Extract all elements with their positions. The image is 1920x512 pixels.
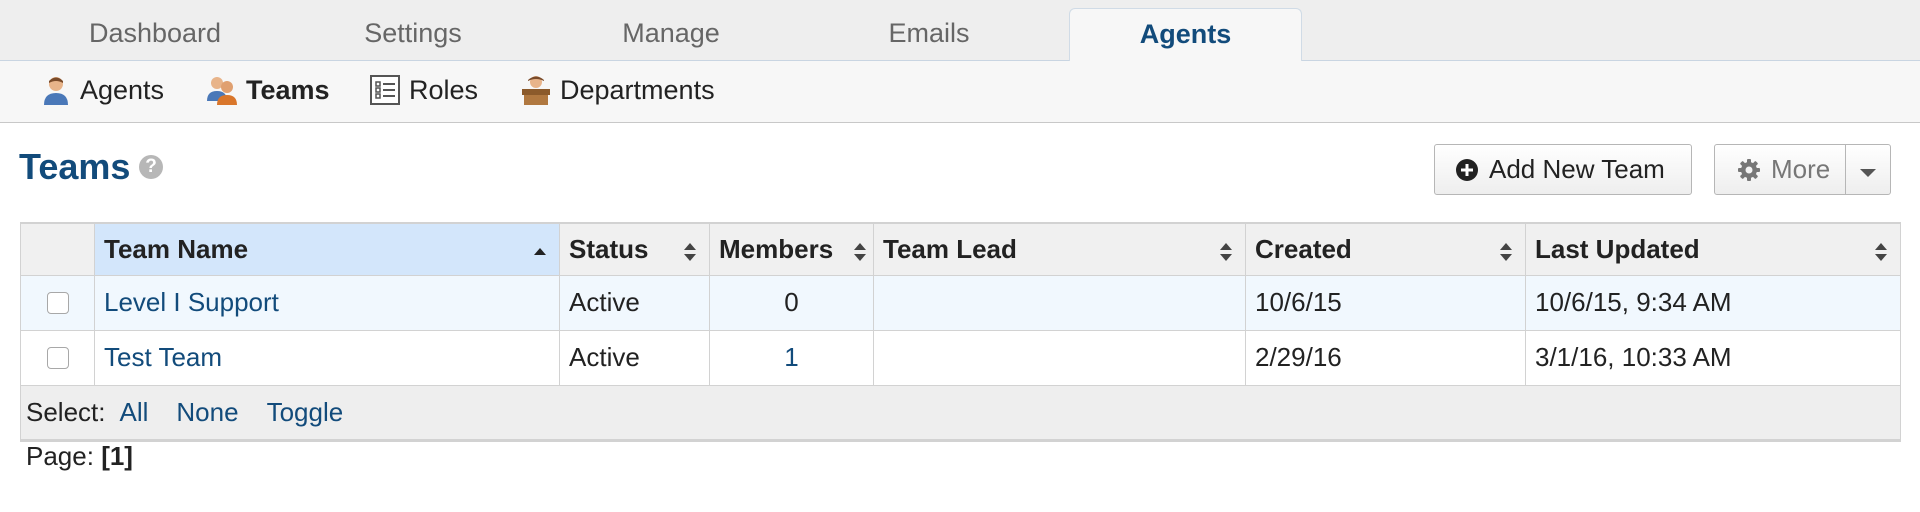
team-name-link[interactable]: Test Team [104, 342, 222, 372]
column-header-status[interactable]: Status [559, 222, 710, 276]
sort-icon [853, 239, 867, 261]
select-label: Select: [26, 396, 106, 427]
more-button[interactable]: More [1715, 145, 1847, 194]
column-header-team-name[interactable]: Team Name [94, 222, 560, 276]
select-toggle-link[interactable]: Toggle [267, 397, 344, 427]
gear-icon [1737, 158, 1761, 182]
column-label: Created [1255, 233, 1352, 264]
page-title: Teams [19, 146, 131, 187]
more-dropdown[interactable]: More [1714, 144, 1891, 195]
subnav-label-departments: Departments [560, 74, 715, 105]
row-checkbox[interactable] [46, 291, 69, 314]
status-cell: Active [559, 329, 710, 386]
subnav-item-teams[interactable]: Teams [206, 74, 330, 106]
teams-table: Team Name Status Members Team Lead Creat… [20, 222, 1901, 442]
sort-icon [683, 239, 697, 261]
select-controls: Select: All None Toggle [20, 384, 1901, 442]
team-name-cell: Test Team [94, 329, 560, 386]
page-label: Page: [26, 441, 94, 471]
last-updated-cell: 3/1/16, 10:33 AM [1525, 329, 1901, 386]
sort-ascending-icon [533, 239, 547, 261]
agent-icon [40, 74, 72, 106]
row-checkbox[interactable] [46, 346, 69, 369]
column-label: Team Lead [883, 233, 1017, 264]
pagination: Page: [1] [26, 441, 133, 472]
members-link[interactable]: 1 [784, 342, 798, 372]
team-lead-cell [873, 274, 1246, 331]
row-select-cell [20, 329, 95, 386]
created-cell: 2/29/16 [1245, 329, 1526, 386]
status-cell: Active [559, 274, 710, 331]
tab-manage[interactable]: Manage [576, 18, 766, 49]
row-select-cell [20, 274, 95, 331]
add-new-team-button[interactable]: Add New Team [1434, 144, 1692, 195]
members-cell: 1 [709, 329, 874, 386]
last-updated-cell: 10/6/15, 9:34 AM [1525, 274, 1901, 331]
more-caret-button[interactable] [1846, 145, 1890, 194]
departments-icon [520, 74, 552, 106]
team-lead-cell [873, 329, 1246, 386]
table-header-row: Team Name Status Members Team Lead Creat… [20, 222, 1901, 276]
select-all-link[interactable]: All [120, 397, 149, 427]
column-header-created[interactable]: Created [1245, 222, 1526, 276]
column-header-members[interactable]: Members [709, 222, 874, 276]
caret-down-icon [1859, 154, 1877, 185]
tab-settings[interactable]: Settings [318, 18, 508, 49]
more-label: More [1771, 154, 1831, 184]
tab-emails[interactable]: Emails [834, 18, 1024, 49]
current-page[interactable]: [1] [101, 441, 133, 471]
roles-icon [369, 74, 401, 106]
sort-icon [1499, 239, 1513, 261]
subnav-label-roles: Roles [409, 74, 479, 105]
column-label: Status [569, 233, 649, 264]
sub-navigation: Agents Teams Roles Departments [0, 61, 1920, 123]
question-circle-icon[interactable]: ? [139, 155, 163, 179]
team-name-cell: Level I Support [94, 274, 560, 331]
tab-dashboard[interactable]: Dashboard [60, 18, 250, 49]
teams-icon [206, 74, 238, 106]
column-label: Team Name [104, 233, 249, 264]
subnav-label-agents: Agents [80, 74, 165, 105]
subnav-label-teams: Teams [246, 74, 330, 105]
team-name-link[interactable]: Level I Support [104, 287, 279, 317]
subnav-item-departments[interactable]: Departments [520, 74, 715, 106]
sort-icon [1874, 239, 1888, 261]
top-navigation: Dashboard Settings Manage Emails Agents [0, 0, 1920, 62]
select-none-link[interactable]: None [176, 397, 238, 427]
column-header-last-updated[interactable]: Last Updated [1525, 222, 1901, 276]
created-cell: 10/6/15 [1245, 274, 1526, 331]
sort-icon [1219, 239, 1233, 261]
column-label: Members [719, 233, 834, 264]
column-header-team-lead[interactable]: Team Lead [873, 222, 1246, 276]
add-new-team-label: Add New Team [1489, 154, 1665, 184]
tab-agents[interactable]: Agents [1069, 8, 1302, 62]
column-label: Last Updated [1535, 233, 1700, 264]
select-column-header [20, 222, 95, 276]
subnav-item-agents[interactable]: Agents [40, 74, 164, 106]
plus-circle-icon [1455, 158, 1479, 182]
subnav-item-roles[interactable]: Roles [369, 74, 478, 106]
members-cell: 0 [709, 274, 874, 331]
select-footer-row: Select: All None Toggle [20, 384, 1901, 442]
table-row: Test Team Active 1 2/29/16 3/1/16, 10:33… [20, 329, 1901, 386]
table-row: Level I Support Active 0 10/6/15 10/6/15… [20, 274, 1901, 331]
